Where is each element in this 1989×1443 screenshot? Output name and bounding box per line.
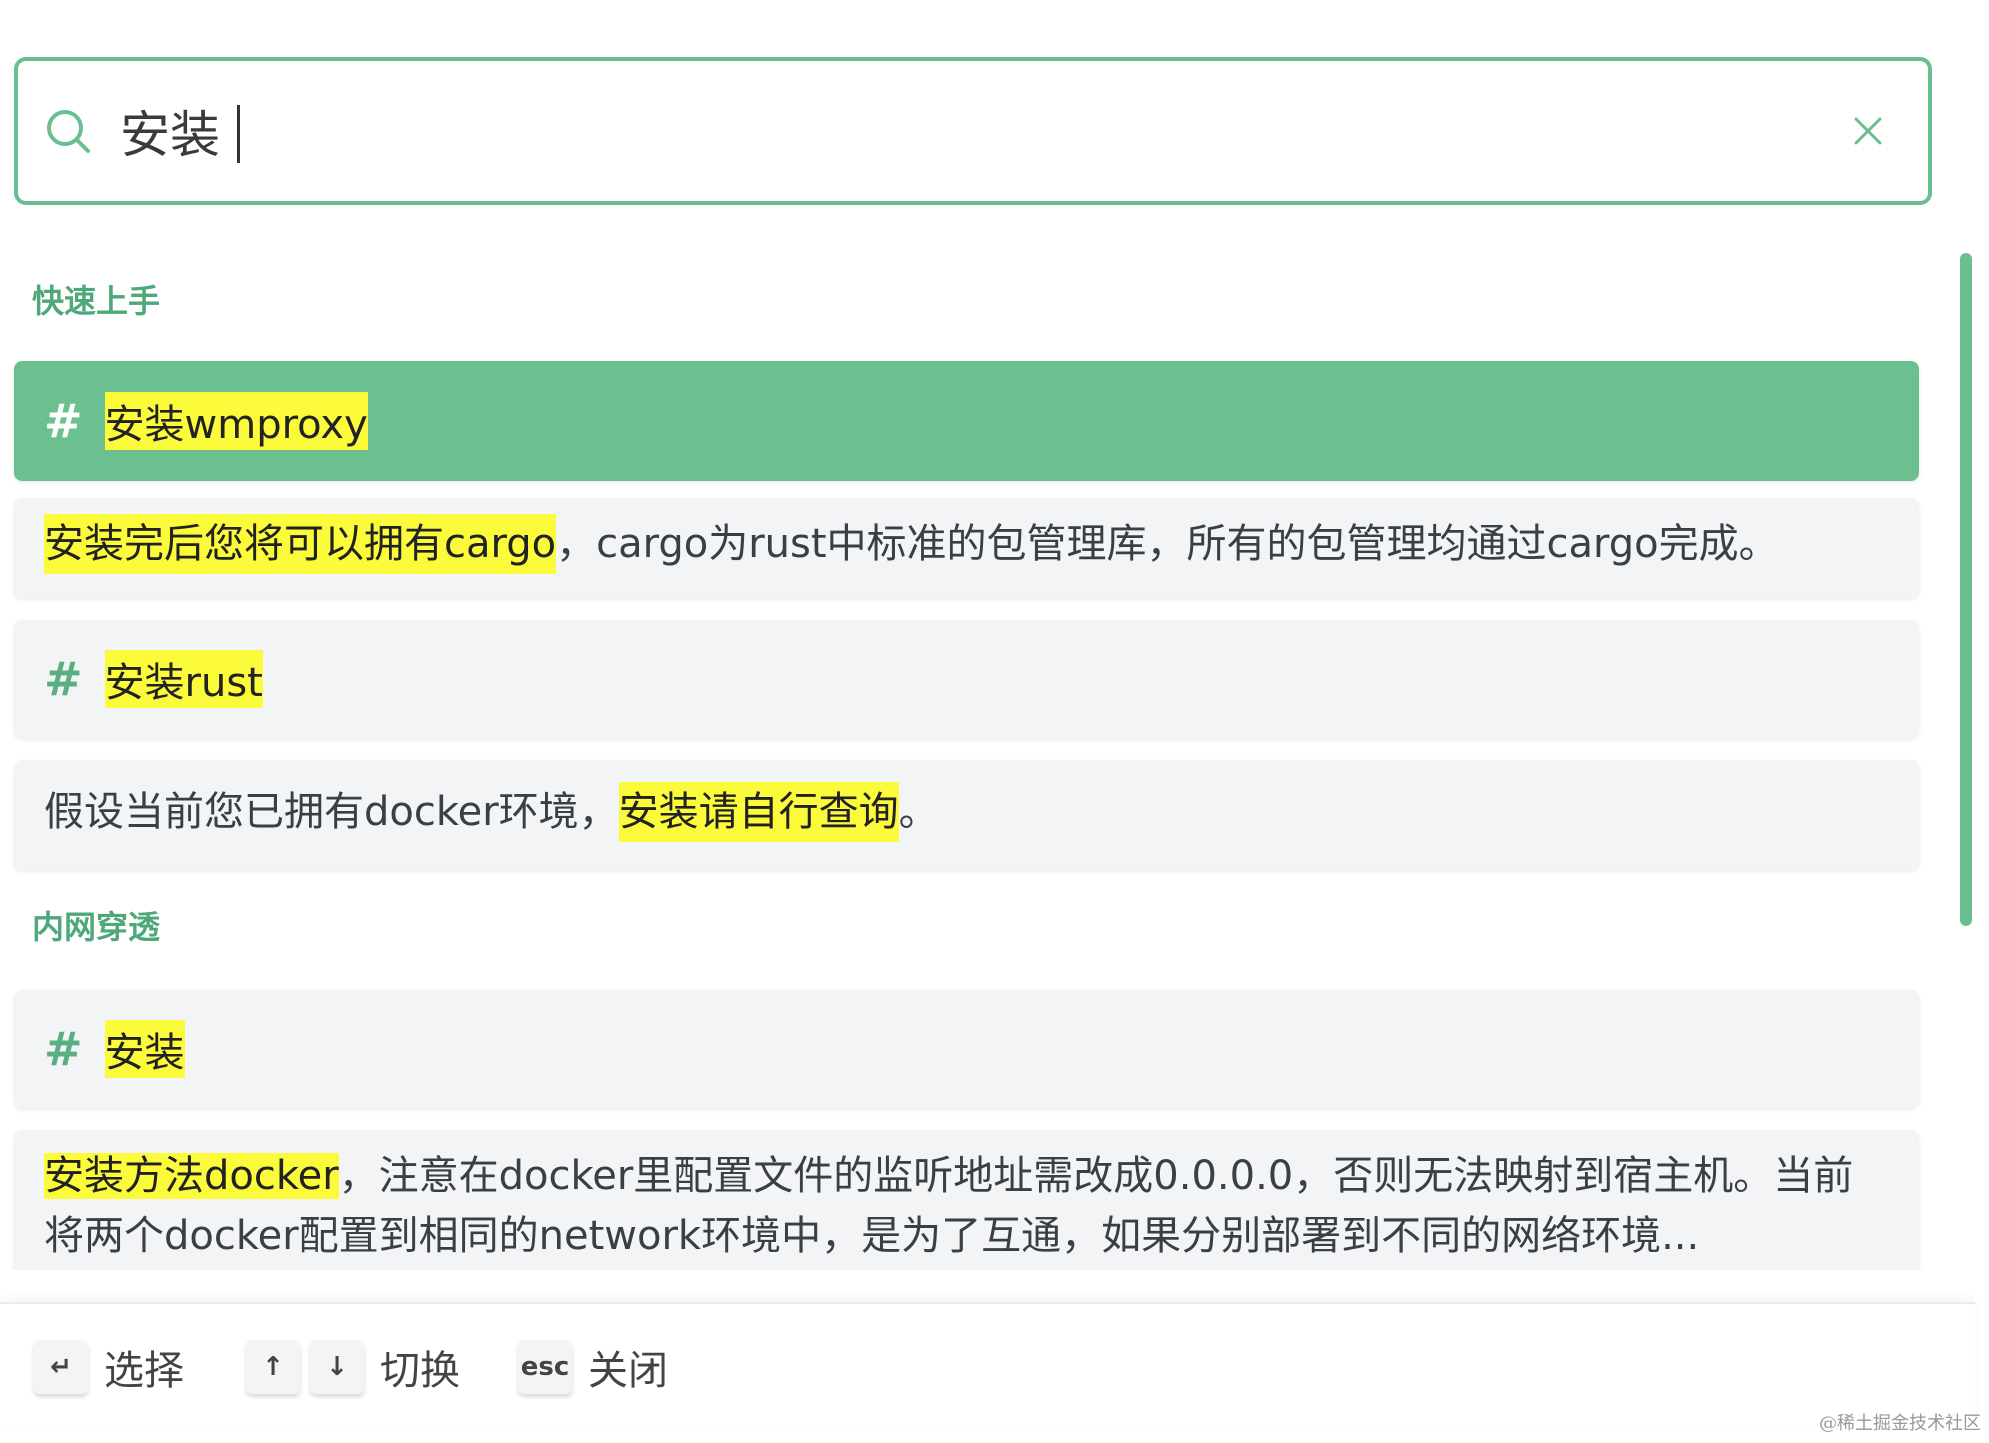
hit-highlight: 安装wmproxy (104, 392, 368, 450)
search-hit[interactable]: # 安装rust (14, 620, 1919, 738)
arrow-up-key-icon: ↑ (246, 1340, 300, 1394)
hit-highlight: 安装 (104, 1020, 185, 1078)
scrollbar-thumb[interactable] (1960, 253, 1972, 926)
shortcut-close-label: 关闭 (588, 1348, 668, 1394)
shortcut-select-label: 选择 (104, 1348, 184, 1394)
text-caret (237, 105, 240, 163)
shortcut-select: ↵ 选择 (34, 1338, 184, 1396)
esc-key-icon: esc (518, 1340, 572, 1394)
hit-highlight: 安装请自行查询 (618, 782, 899, 842)
hit-text-pre: 假设当前您已拥有docker环境， (44, 789, 619, 835)
search-bar (14, 57, 1932, 205)
hash-icon: # (44, 1022, 83, 1076)
hit-text-block: 安装方法docker，注意在docker里配置文件的监听地址需改成0.0.0.0… (44, 1146, 1879, 1266)
hit-highlight: 安装完后您将可以拥有cargo (44, 514, 557, 574)
hash-icon: # (44, 652, 83, 706)
search-results: 快速上手 # 安装wmproxy 安装完后您将可以拥有cargo ，cargo为r… (0, 250, 1935, 1270)
search-hit[interactable]: # 安装 (14, 990, 1919, 1108)
search-hit[interactable]: 假设当前您已拥有docker环境， 安装请自行查询。 (14, 760, 1919, 870)
shortcut-switch-label: 切换 (380, 1348, 460, 1394)
search-icon (47, 110, 90, 153)
shortcut-close: esc 关闭 (518, 1338, 668, 1396)
hit-text-rest: 。 (898, 789, 939, 835)
search-hit-active[interactable]: # 安装wmproxy (14, 361, 1919, 481)
search-modal: 快速上手 # 安装wmproxy 安装完后您将可以拥有cargo，cargo为r… (0, 0, 1975, 1427)
search-hit[interactable]: 安装完后您将可以拥有cargo ，cargo为rust中标准的包管理库，所有的包管… (14, 498, 1919, 598)
close-icon[interactable] (1848, 111, 1888, 151)
search-hit[interactable]: 安装方法docker，注意在docker里配置文件的监听地址需改成0.0.0.0… (14, 1130, 1919, 1270)
group-title-quickstart: 快速上手 (32, 282, 161, 320)
hit-highlight: 安装方法docker (44, 1153, 339, 1199)
shortcut-switch: ↑ ↓ 切换 (246, 1338, 460, 1396)
hash-icon: # (44, 394, 83, 448)
arrow-down-key-icon: ↓ (310, 1340, 364, 1394)
search-input[interactable] (120, 89, 1820, 173)
enter-key-icon: ↵ (34, 1340, 88, 1394)
footer-shortcuts: ↵ 选择 ↑ ↓ 切换 esc 关闭 (0, 1302, 1975, 1427)
group-title-intranet: 内网穿透 (32, 908, 161, 946)
hit-highlight: 安装rust (104, 650, 263, 708)
hit-text-rest: ，cargo为rust中标准的包管理库，所有的包管理均通过cargo完成。 (556, 521, 1779, 567)
watermark: @稀土掘金技术社区 (1819, 1413, 1981, 1434)
